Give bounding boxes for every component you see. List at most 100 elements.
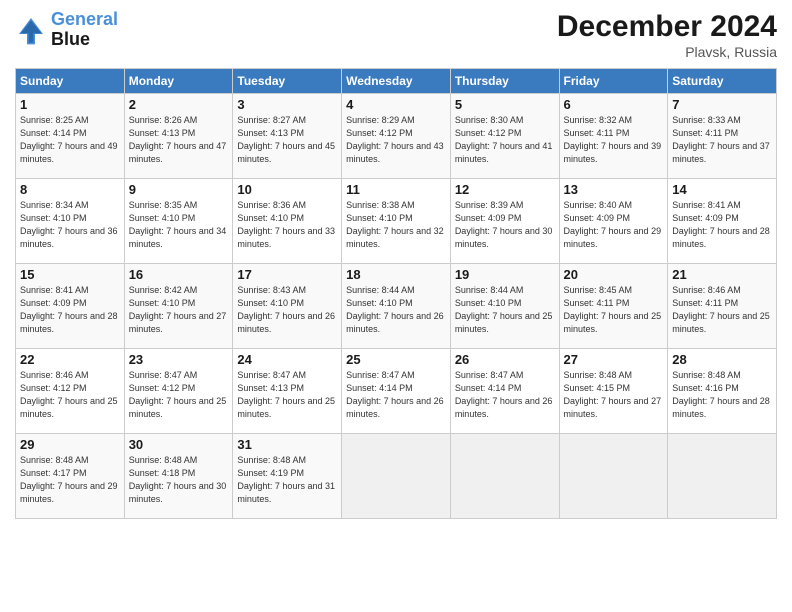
day-info: Sunrise: 8:36 AMSunset: 4:10 PMDaylight:… (237, 199, 337, 251)
day-info: Sunrise: 8:38 AMSunset: 4:10 PMDaylight:… (346, 199, 446, 251)
day-number: 12 (455, 182, 555, 197)
header-friday: Friday (559, 69, 668, 94)
table-row (450, 434, 559, 519)
logo-text: General Blue (51, 10, 118, 50)
table-row: 27Sunrise: 8:48 AMSunset: 4:15 PMDayligh… (559, 349, 668, 434)
day-info: Sunrise: 8:47 AMSunset: 4:14 PMDaylight:… (455, 369, 555, 421)
day-number: 5 (455, 97, 555, 112)
day-number: 22 (20, 352, 120, 367)
table-row: 21 Sunrise: 8:46 AMSunset: 4:11 PMDayligh… (668, 264, 777, 349)
day-info: Sunrise: 8:47 AMSunset: 4:12 PMDaylight:… (129, 369, 229, 421)
day-info: Sunrise: 8:34 AMSunset: 4:10 PMDaylight:… (20, 199, 120, 251)
day-number: 21 (672, 267, 772, 282)
table-row (668, 434, 777, 519)
day-number: 25 (346, 352, 446, 367)
table-row: 10 Sunrise: 8:36 AMSunset: 4:10 PMDayligh… (233, 179, 342, 264)
table-row: 15 Sunrise: 8:41 AMSunset: 4:09 PMDayligh… (16, 264, 125, 349)
day-number: 16 (129, 267, 229, 282)
day-number: 19 (455, 267, 555, 282)
day-number: 3 (237, 97, 337, 112)
header-saturday: Saturday (668, 69, 777, 94)
day-number: 2 (129, 97, 229, 112)
table-row: 23 Sunrise: 8:47 AMSunset: 4:12 PMDayligh… (124, 349, 233, 434)
table-row: 8Sunrise: 8:34 AMSunset: 4:10 PMDaylight… (16, 179, 125, 264)
day-number: 15 (20, 267, 120, 282)
day-info: Sunrise: 8:46 AMSunset: 4:11 PMDaylight:… (672, 284, 772, 336)
day-info: Sunrise: 8:29 AMSunset: 4:12 PMDaylight:… (346, 114, 446, 166)
day-info: Sunrise: 8:40 AMSunset: 4:09 PMDaylight:… (564, 199, 664, 251)
table-row: 29 Sunrise: 8:48 AMSunset: 4:17 PMDayligh… (16, 434, 125, 519)
table-row: 22 Sunrise: 8:46 AMSunset: 4:12 PMDayligh… (16, 349, 125, 434)
table-row: 9Sunrise: 8:35 AMSunset: 4:10 PMDaylight… (124, 179, 233, 264)
table-row: 16 Sunrise: 8:42 AMSunset: 4:10 PMDayligh… (124, 264, 233, 349)
location: Plavsk, Russia (557, 44, 777, 60)
table-row (559, 434, 668, 519)
calendar-week-row: 29 Sunrise: 8:48 AMSunset: 4:17 PMDayligh… (16, 434, 777, 519)
day-number: 4 (346, 97, 446, 112)
day-info: Sunrise: 8:26 AMSunset: 4:13 PMDaylight:… (129, 114, 229, 166)
table-row: 24Sunrise: 8:47 AMSunset: 4:13 PMDayligh… (233, 349, 342, 434)
day-info: Sunrise: 8:48 AMSunset: 4:16 PMDaylight:… (672, 369, 772, 421)
table-row: 26 Sunrise: 8:47 AMSunset: 4:14 PMDayligh… (450, 349, 559, 434)
day-number: 26 (455, 352, 555, 367)
day-number: 20 (564, 267, 664, 282)
day-number: 24 (237, 352, 337, 367)
header-monday: Monday (124, 69, 233, 94)
day-info: Sunrise: 8:46 AMSunset: 4:12 PMDaylight:… (20, 369, 120, 421)
day-info: Sunrise: 8:32 AMSunset: 4:11 PMDaylight:… (564, 114, 664, 166)
table-row: 20 Sunrise: 8:45 AMSunset: 4:11 PMDayligh… (559, 264, 668, 349)
table-row: 1 Sunrise: 8:25 AMSunset: 4:14 PMDaylight… (16, 94, 125, 179)
table-row: 19 Sunrise: 8:44 AMSunset: 4:10 PMDayligh… (450, 264, 559, 349)
table-row: 7Sunrise: 8:33 AMSunset: 4:11 PMDaylight… (668, 94, 777, 179)
day-info: Sunrise: 8:44 AMSunset: 4:10 PMDaylight:… (455, 284, 555, 336)
calendar-week-row: 22 Sunrise: 8:46 AMSunset: 4:12 PMDayligh… (16, 349, 777, 434)
table-row: 18 Sunrise: 8:44 AMSunset: 4:10 PMDayligh… (342, 264, 451, 349)
day-info: Sunrise: 8:25 AMSunset: 4:14 PMDaylight:… (20, 114, 120, 166)
table-row: 2 Sunrise: 8:26 AMSunset: 4:13 PMDaylight… (124, 94, 233, 179)
main-container: General Blue December 2024 Plavsk, Russi… (0, 0, 792, 612)
day-number: 30 (129, 437, 229, 452)
header: General Blue December 2024 Plavsk, Russi… (15, 10, 777, 60)
day-number: 10 (237, 182, 337, 197)
weekday-header-row: Sunday Monday Tuesday Wednesday Thursday… (16, 69, 777, 94)
table-row: 28 Sunrise: 8:48 AMSunset: 4:16 PMDayligh… (668, 349, 777, 434)
day-number: 9 (129, 182, 229, 197)
day-info: Sunrise: 8:48 AMSunset: 4:19 PMDaylight:… (237, 454, 337, 506)
calendar-week-row: 8Sunrise: 8:34 AMSunset: 4:10 PMDaylight… (16, 179, 777, 264)
table-row: 6Sunrise: 8:32 AMSunset: 4:11 PMDaylight… (559, 94, 668, 179)
logo-icon (15, 14, 47, 46)
day-number: 31 (237, 437, 337, 452)
day-number: 1 (20, 97, 120, 112)
calendar-week-row: 15 Sunrise: 8:41 AMSunset: 4:09 PMDayligh… (16, 264, 777, 349)
table-row: 25 Sunrise: 8:47 AMSunset: 4:14 PMDayligh… (342, 349, 451, 434)
day-info: Sunrise: 8:30 AMSunset: 4:12 PMDaylight:… (455, 114, 555, 166)
day-number: 13 (564, 182, 664, 197)
table-row: 5 Sunrise: 8:30 AMSunset: 4:12 PMDaylight… (450, 94, 559, 179)
calendar-week-row: 1 Sunrise: 8:25 AMSunset: 4:14 PMDaylight… (16, 94, 777, 179)
day-number: 29 (20, 437, 120, 452)
title-block: December 2024 Plavsk, Russia (557, 10, 777, 60)
table-row: 14Sunrise: 8:41 AMSunset: 4:09 PMDayligh… (668, 179, 777, 264)
calendar-table: Sunday Monday Tuesday Wednesday Thursday… (15, 68, 777, 519)
day-number: 28 (672, 352, 772, 367)
day-info: Sunrise: 8:27 AMSunset: 4:13 PMDaylight:… (237, 114, 337, 166)
day-info: Sunrise: 8:45 AMSunset: 4:11 PMDaylight:… (564, 284, 664, 336)
day-info: Sunrise: 8:48 AMSunset: 4:17 PMDaylight:… (20, 454, 120, 506)
day-info: Sunrise: 8:48 AMSunset: 4:18 PMDaylight:… (129, 454, 229, 506)
day-number: 23 (129, 352, 229, 367)
table-row: 30 Sunrise: 8:48 AMSunset: 4:18 PMDayligh… (124, 434, 233, 519)
day-info: Sunrise: 8:41 AMSunset: 4:09 PMDaylight:… (672, 199, 772, 251)
table-row: 11 Sunrise: 8:38 AMSunset: 4:10 PMDayligh… (342, 179, 451, 264)
day-number: 18 (346, 267, 446, 282)
month-title: December 2024 (557, 10, 777, 44)
day-number: 11 (346, 182, 446, 197)
day-info: Sunrise: 8:42 AMSunset: 4:10 PMDaylight:… (129, 284, 229, 336)
header-wednesday: Wednesday (342, 69, 451, 94)
header-sunday: Sunday (16, 69, 125, 94)
day-info: Sunrise: 8:44 AMSunset: 4:10 PMDaylight:… (346, 284, 446, 336)
day-info: Sunrise: 8:47 AMSunset: 4:14 PMDaylight:… (346, 369, 446, 421)
table-row: 4 Sunrise: 8:29 AMSunset: 4:12 PMDaylight… (342, 94, 451, 179)
day-info: Sunrise: 8:41 AMSunset: 4:09 PMDaylight:… (20, 284, 120, 336)
day-number: 27 (564, 352, 664, 367)
header-tuesday: Tuesday (233, 69, 342, 94)
